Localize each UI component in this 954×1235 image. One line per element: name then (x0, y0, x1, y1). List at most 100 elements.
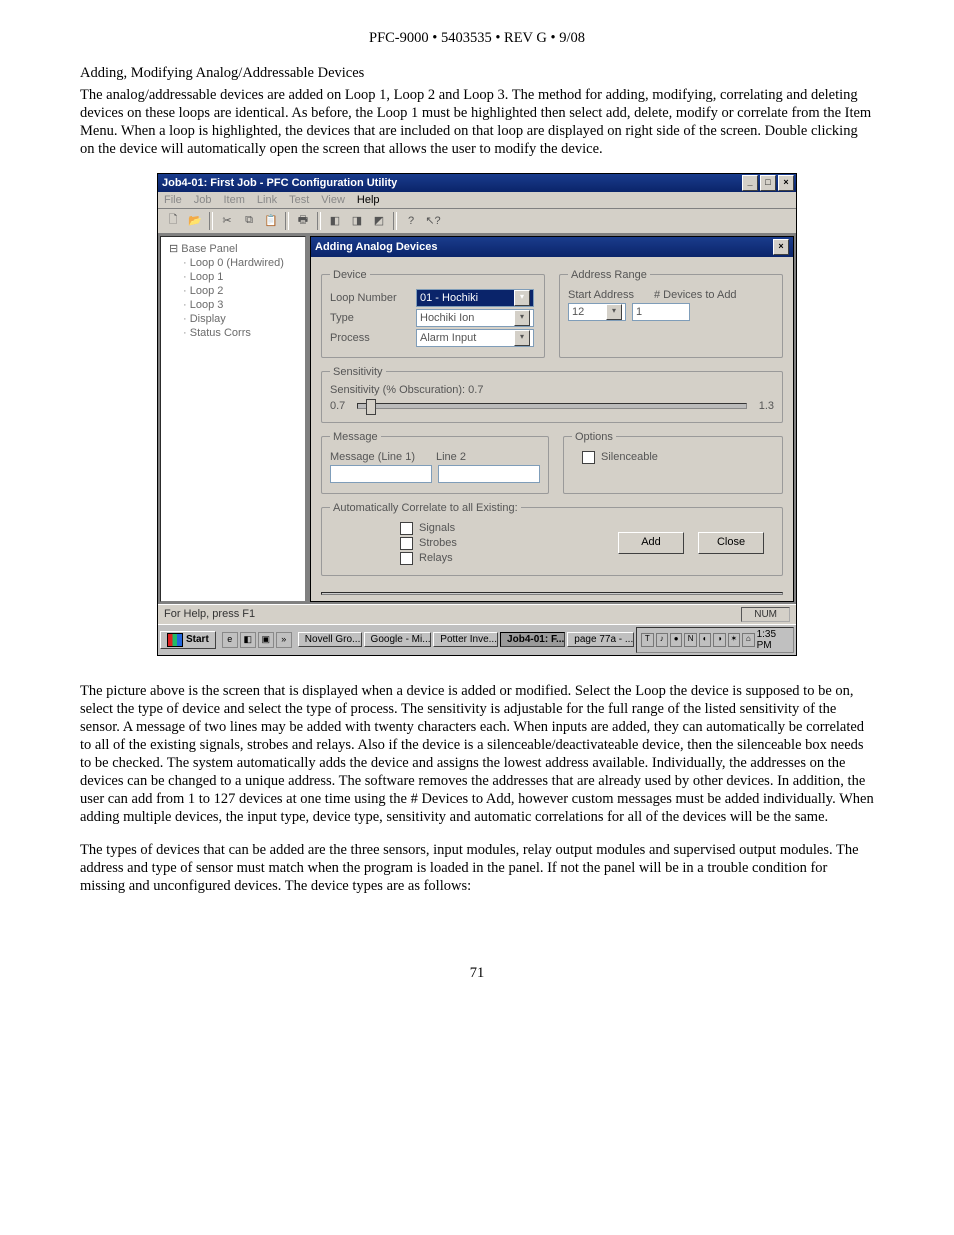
message-line1-input[interactable] (330, 465, 432, 483)
taskbar-task[interactable]: Potter Inve... (433, 632, 498, 647)
type-combo[interactable]: Hochiki Ion ▾ (416, 309, 534, 327)
silenceable-checkbox[interactable] (582, 451, 595, 464)
tree-item-loop0[interactable]: Loop 0 (Hardwired) (163, 256, 303, 270)
open-icon[interactable]: 📂 (184, 211, 206, 231)
tree-item-loop3[interactable]: Loop 3 (163, 298, 303, 312)
silenceable-label: Silenceable (601, 451, 658, 463)
process-value: Alarm Input (420, 332, 476, 344)
new-icon[interactable]: 🗋 (162, 211, 184, 231)
start-address-combo[interactable]: 12 ▾ (568, 303, 626, 321)
status-bar: For Help, press F1 NUM (158, 604, 796, 624)
tree-item-display[interactable]: Display (163, 312, 303, 326)
device-grid[interactable] (321, 592, 783, 595)
relays-checkbox[interactable] (400, 552, 413, 565)
taskbar-task[interactable]: Google - Mi... (364, 632, 432, 647)
start-address-label: Start Address (568, 289, 648, 301)
tray-icon[interactable]: N (684, 633, 696, 647)
dialog-close-icon[interactable]: × (773, 239, 789, 255)
start-button[interactable]: Start (160, 631, 216, 649)
menu-view[interactable]: View (321, 194, 345, 206)
taskbar: Start e ◧ ▣ » Novell Gro... Google - Mi.… (158, 624, 796, 655)
message-legend: Message (330, 431, 381, 443)
tool-c-icon[interactable]: ◩ (368, 211, 390, 231)
menu-item[interactable]: Item (223, 194, 244, 206)
nav-tree[interactable]: Base Panel Loop 0 (Hardwired) Loop 1 Loo… (160, 236, 306, 602)
paste-icon[interactable]: 📋 (260, 211, 282, 231)
start-label: Start (186, 634, 209, 645)
toolbar: 🗋 📂 ✂ ⧉ 📋 🖶 ◧ ◨ ◩ ? ↖? (158, 209, 796, 234)
tray-icon[interactable]: ⌂ (742, 633, 754, 647)
dialog-title: Adding Analog Devices (315, 241, 437, 253)
ql-icon[interactable]: » (276, 632, 292, 648)
tree-item-status-corrs[interactable]: Status Corrs (163, 326, 303, 340)
chevron-down-icon[interactable]: ▾ (514, 290, 530, 306)
loop-number-label: Loop Number (330, 292, 410, 304)
message-group: Message Message (Line 1) Line 2 (321, 431, 549, 494)
close-icon[interactable]: × (778, 175, 794, 191)
address-range-legend: Address Range (568, 269, 650, 281)
menu-help[interactable]: Help (357, 194, 380, 206)
cut-icon[interactable]: ✂ (216, 211, 238, 231)
menu-job[interactable]: Job (194, 194, 212, 206)
minimize-icon[interactable]: _ (742, 175, 758, 191)
tool-a-icon[interactable]: ◧ (324, 211, 346, 231)
strobes-checkbox[interactable] (400, 537, 413, 550)
signals-checkbox[interactable] (400, 522, 413, 535)
start-address-value: 12 (572, 306, 584, 318)
tree-item-loop1[interactable]: Loop 1 (163, 270, 303, 284)
device-legend: Device (330, 269, 370, 281)
tray-icon[interactable]: ◐ (699, 633, 711, 647)
menu-test[interactable]: Test (289, 194, 309, 206)
tray-icon[interactable]: ● (670, 633, 682, 647)
windows-logo-icon (167, 633, 183, 647)
ql-icon[interactable]: e (222, 632, 238, 648)
close-button[interactable]: Close (698, 532, 764, 554)
chevron-down-icon[interactable]: ▾ (514, 330, 530, 346)
system-tray: T ♪ ● N ◐ ◑ ✶ ⌂ 1:35 PM (636, 627, 794, 653)
tray-icon[interactable]: ◑ (713, 633, 725, 647)
context-help-icon[interactable]: ↖? (422, 211, 444, 231)
message-line2-input[interactable] (438, 465, 540, 483)
tray-icon[interactable]: T (641, 633, 653, 647)
sensitivity-slider[interactable] (357, 403, 746, 409)
taskbar-task-active[interactable]: Job4-01: F... (500, 632, 565, 647)
slider-thumb-icon[interactable] (366, 399, 376, 415)
menu-link[interactable]: Link (257, 194, 277, 206)
tray-icon[interactable]: ♪ (656, 633, 668, 647)
adding-analog-devices-dialog: Adding Analog Devices × Device Loop Numb… (310, 236, 794, 602)
options-group: Options Silenceable (563, 431, 783, 494)
sensitivity-legend: Sensitivity (330, 366, 386, 378)
ql-icon[interactable]: ▣ (258, 632, 274, 648)
tray-icon[interactable]: ✶ (728, 633, 740, 647)
section-subheading: Adding, Modifying Analog/Addressable Dev… (80, 65, 874, 82)
menubar: File Job Item Link Test View Help (158, 192, 796, 209)
chevron-down-icon[interactable]: ▾ (606, 304, 622, 320)
tool-b-icon[interactable]: ◨ (346, 211, 368, 231)
tree-item-loop2[interactable]: Loop 2 (163, 284, 303, 298)
address-range-group: Address Range Start Address # Devices to… (559, 269, 783, 358)
num-devices-input[interactable]: 1 (632, 303, 690, 321)
copy-icon[interactable]: ⧉ (238, 211, 260, 231)
maximize-icon[interactable]: □ (760, 175, 776, 191)
sensitivity-group: Sensitivity Sensitivity (% Obscuration):… (321, 366, 783, 423)
device-group: Device Loop Number 01 - Hochiki ▾ T (321, 269, 545, 358)
print-icon[interactable]: 🖶 (292, 211, 314, 231)
sensitivity-readout: Sensitivity (% Obscuration): 0.7 (330, 384, 774, 396)
add-button[interactable]: Add (618, 532, 684, 554)
mdi-client-area: Base Panel Loop 0 (Hardwired) Loop 1 Loo… (158, 234, 796, 604)
ql-icon[interactable]: ◧ (240, 632, 256, 648)
chevron-down-icon[interactable]: ▾ (514, 310, 530, 326)
body-paragraph-1: The picture above is the screen that is … (80, 682, 874, 827)
num-devices-value: 1 (636, 306, 642, 318)
process-combo[interactable]: Alarm Input ▾ (416, 329, 534, 347)
taskbar-task[interactable]: page 77a - ... (567, 632, 634, 647)
intro-paragraph: The analog/addressable devices are added… (80, 86, 874, 159)
num-devices-label: # Devices to Add (654, 289, 737, 301)
menu-file[interactable]: File (164, 194, 182, 206)
taskbar-task[interactable]: Novell Gro... (298, 632, 362, 647)
tree-root[interactable]: Base Panel (163, 241, 303, 256)
relays-label: Relays (419, 552, 453, 564)
help-icon[interactable]: ? (400, 211, 422, 231)
auto-correlate-group: Automatically Correlate to all Existing:… (321, 502, 783, 576)
loop-number-combo[interactable]: 01 - Hochiki ▾ (416, 289, 534, 307)
